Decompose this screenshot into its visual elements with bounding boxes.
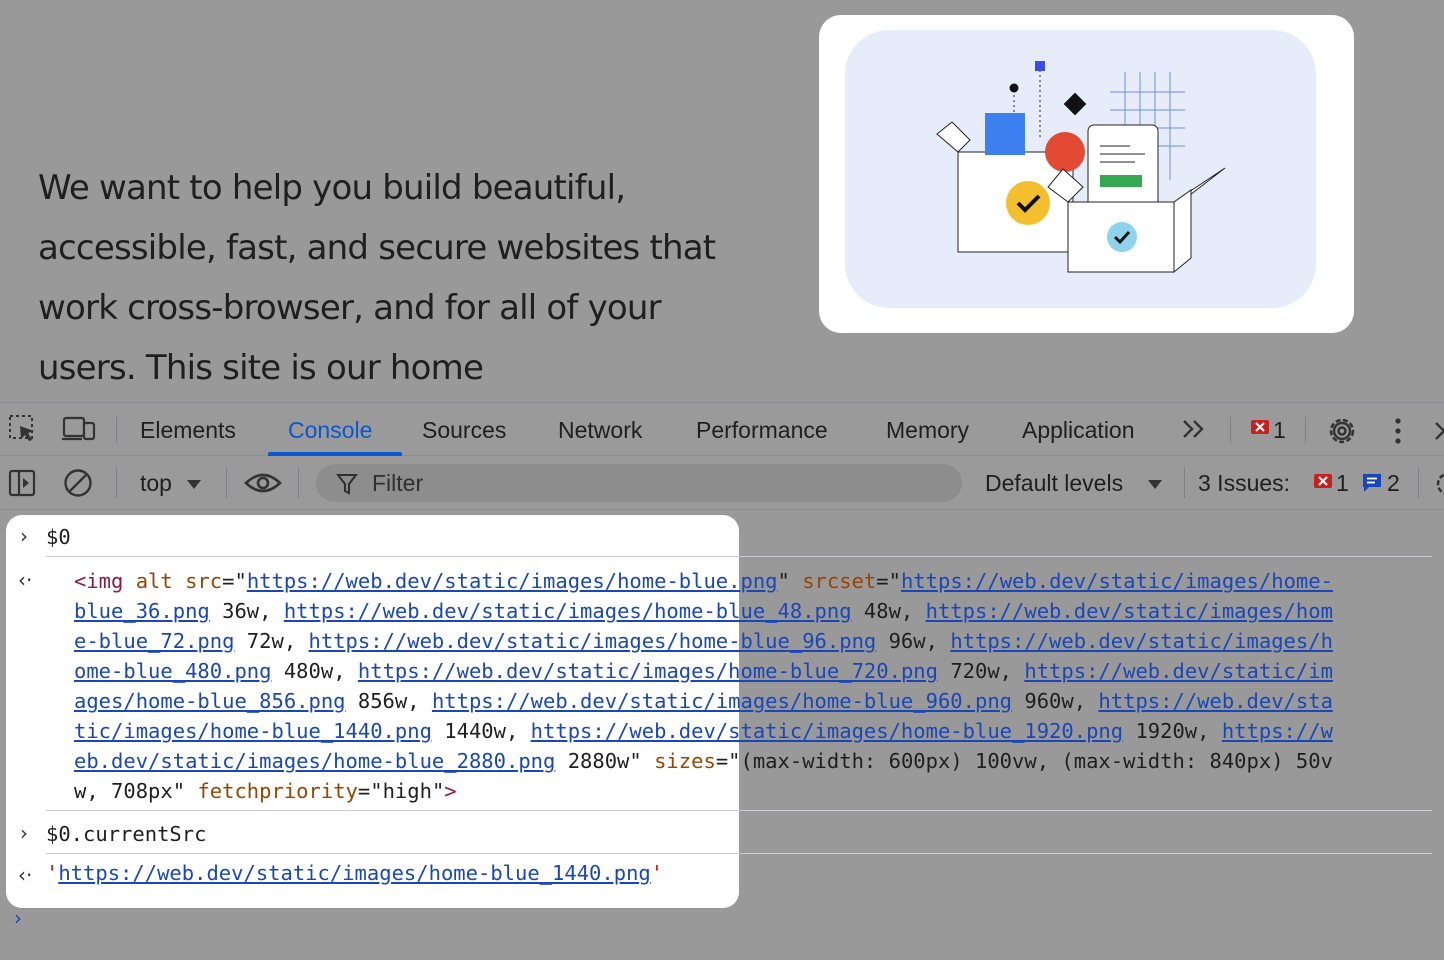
input-prompt-icon: › xyxy=(20,821,28,845)
empty-prompt-icon[interactable]: › xyxy=(14,906,22,930)
srcset-link[interactable]: blue_36.png xyxy=(74,599,210,623)
filter-input[interactable]: Filter xyxy=(316,464,962,502)
input-prompt-icon: › xyxy=(20,524,28,548)
levels-dropdown-icon[interactable] xyxy=(1147,477,1163,495)
filter-placeholder: Filter xyxy=(372,470,424,496)
src-link[interactable]: https://web.dev/static/images/home-blue.… xyxy=(247,569,778,593)
hero-paragraph: We want to help you build beautiful, acc… xyxy=(38,168,716,388)
console-input-1[interactable]: $0 xyxy=(46,525,71,549)
console-toolbar: top Filter Default levels 3 Issues: 1 2 xyxy=(0,456,1444,510)
tab-memory[interactable]: Memory xyxy=(886,417,969,444)
srcset-link[interactable]: ome-blue_480.png xyxy=(74,659,271,683)
output-line-2: blue_36.png 36w, https://web.dev/static/… xyxy=(74,599,1333,623)
settings-gear-icon[interactable] xyxy=(1326,415,1358,452)
tab-performance[interactable]: Performance xyxy=(696,417,828,444)
more-tabs-chevron-icon[interactable] xyxy=(1180,416,1208,447)
hero-image-card xyxy=(819,15,1354,333)
srcset-link[interactable]: tic/images/home-blue_1440.png xyxy=(74,719,432,743)
output-return-icon: ‹· xyxy=(18,863,33,887)
output-line-6: tic/images/home-blue_1440.png 1440w, htt… xyxy=(74,719,1333,743)
issues-info-icon[interactable] xyxy=(1361,472,1383,499)
srcset-link[interactable]: ages/home-blue_856.png xyxy=(74,689,346,713)
srcset-link[interactable]: https://web.dev/static/images/home-blue_… xyxy=(284,599,852,623)
boxes-illustration xyxy=(936,61,1226,274)
output-line-7: eb.dev/static/images/home-blue_2880.png … xyxy=(74,749,1333,773)
srcset-link[interactable]: https://web.dev/static/images/home-blue_… xyxy=(358,659,938,683)
output-line-4: ome-blue_480.png 480w, https://web.dev/s… xyxy=(74,659,1333,683)
hero-illustration xyxy=(845,30,1316,308)
srcset-link[interactable]: eb.dev/static/images/home-blue_2880.png xyxy=(74,749,555,773)
log-levels-dropdown[interactable]: Default levels xyxy=(985,470,1123,497)
filter-funnel-icon xyxy=(335,473,359,500)
issues-error-count[interactable]: 1 xyxy=(1336,470,1349,497)
issues-error-icon[interactable] xyxy=(1313,472,1333,497)
clear-console-icon[interactable] xyxy=(62,467,94,504)
output-line-3: e-blue_72.png 72w, https://web.dev/stati… xyxy=(74,629,1333,653)
console-output-2[interactable]: 'https://web.dev/static/images/home-blue… xyxy=(46,861,663,885)
error-count[interactable]: 1 xyxy=(1273,417,1286,444)
srcset-link[interactable]: https://web.dev/static/images/home-blue_… xyxy=(432,689,1012,713)
console-input-2[interactable]: $0.currentSrc xyxy=(46,822,206,846)
context-selector[interactable]: top xyxy=(140,470,172,497)
tab-elements[interactable]: Elements xyxy=(140,417,236,444)
srcset-link[interactable]: https://web.dev/static/images/h xyxy=(950,629,1333,653)
issues-info-count[interactable]: 2 xyxy=(1387,470,1400,497)
tab-console[interactable]: Console xyxy=(288,417,372,444)
output-line-8: w, 708px" fetchpriority="high"> xyxy=(74,779,457,803)
tab-network[interactable]: Network xyxy=(558,417,642,444)
console-panel[interactable]: › $0 ‹· <img alt src="https://web.dev/st… xyxy=(0,510,1444,960)
srcset-link[interactable]: https://web.dev/sta xyxy=(1098,689,1333,713)
device-toolbar-icon[interactable] xyxy=(62,414,96,449)
console-output-1[interactable]: <img alt src="https://web.dev/static/ima… xyxy=(74,566,1333,806)
output-line-1: <img alt src="https://web.dev/static/ima… xyxy=(74,569,1333,593)
srcset-link[interactable]: https://web.dev/static/images/home-blue_… xyxy=(531,719,1123,743)
error-badge-icon[interactable] xyxy=(1250,418,1270,443)
console-settings-gear-icon[interactable] xyxy=(1434,470,1444,503)
devtools-tab-bar: Elements Console Sources Network Perform… xyxy=(0,402,1444,456)
srcset-link[interactable]: https://web.dev/static/images/home- xyxy=(901,569,1333,593)
output-line-5: ages/home-blue_856.png 856w, https://web… xyxy=(74,689,1333,713)
context-dropdown-icon[interactable] xyxy=(186,477,202,495)
close-devtools-icon[interactable] xyxy=(1434,417,1444,450)
issues-label[interactable]: 3 Issues: xyxy=(1198,470,1290,497)
srcset-link[interactable]: https://web.dev/static/images/hom xyxy=(926,599,1333,623)
inspect-element-icon[interactable] xyxy=(8,414,38,449)
tab-sources[interactable]: Sources xyxy=(422,417,506,444)
output-return-icon: ‹· xyxy=(18,568,33,592)
tab-application[interactable]: Application xyxy=(1022,417,1135,444)
srcset-link[interactable]: https://web.dev/static/images/home-blue_… xyxy=(309,629,877,653)
srcset-link[interactable]: https://w xyxy=(1222,719,1333,743)
current-src-link[interactable]: https://web.dev/static/images/home-blue_… xyxy=(58,861,650,885)
srcset-link[interactable]: https://web.dev/static/im xyxy=(1024,659,1333,683)
srcset-link[interactable]: e-blue_72.png xyxy=(74,629,234,653)
live-expression-eye-icon[interactable] xyxy=(244,469,282,502)
sidebar-toggle-icon[interactable] xyxy=(8,468,38,503)
kebab-menu-icon[interactable] xyxy=(1392,417,1404,450)
